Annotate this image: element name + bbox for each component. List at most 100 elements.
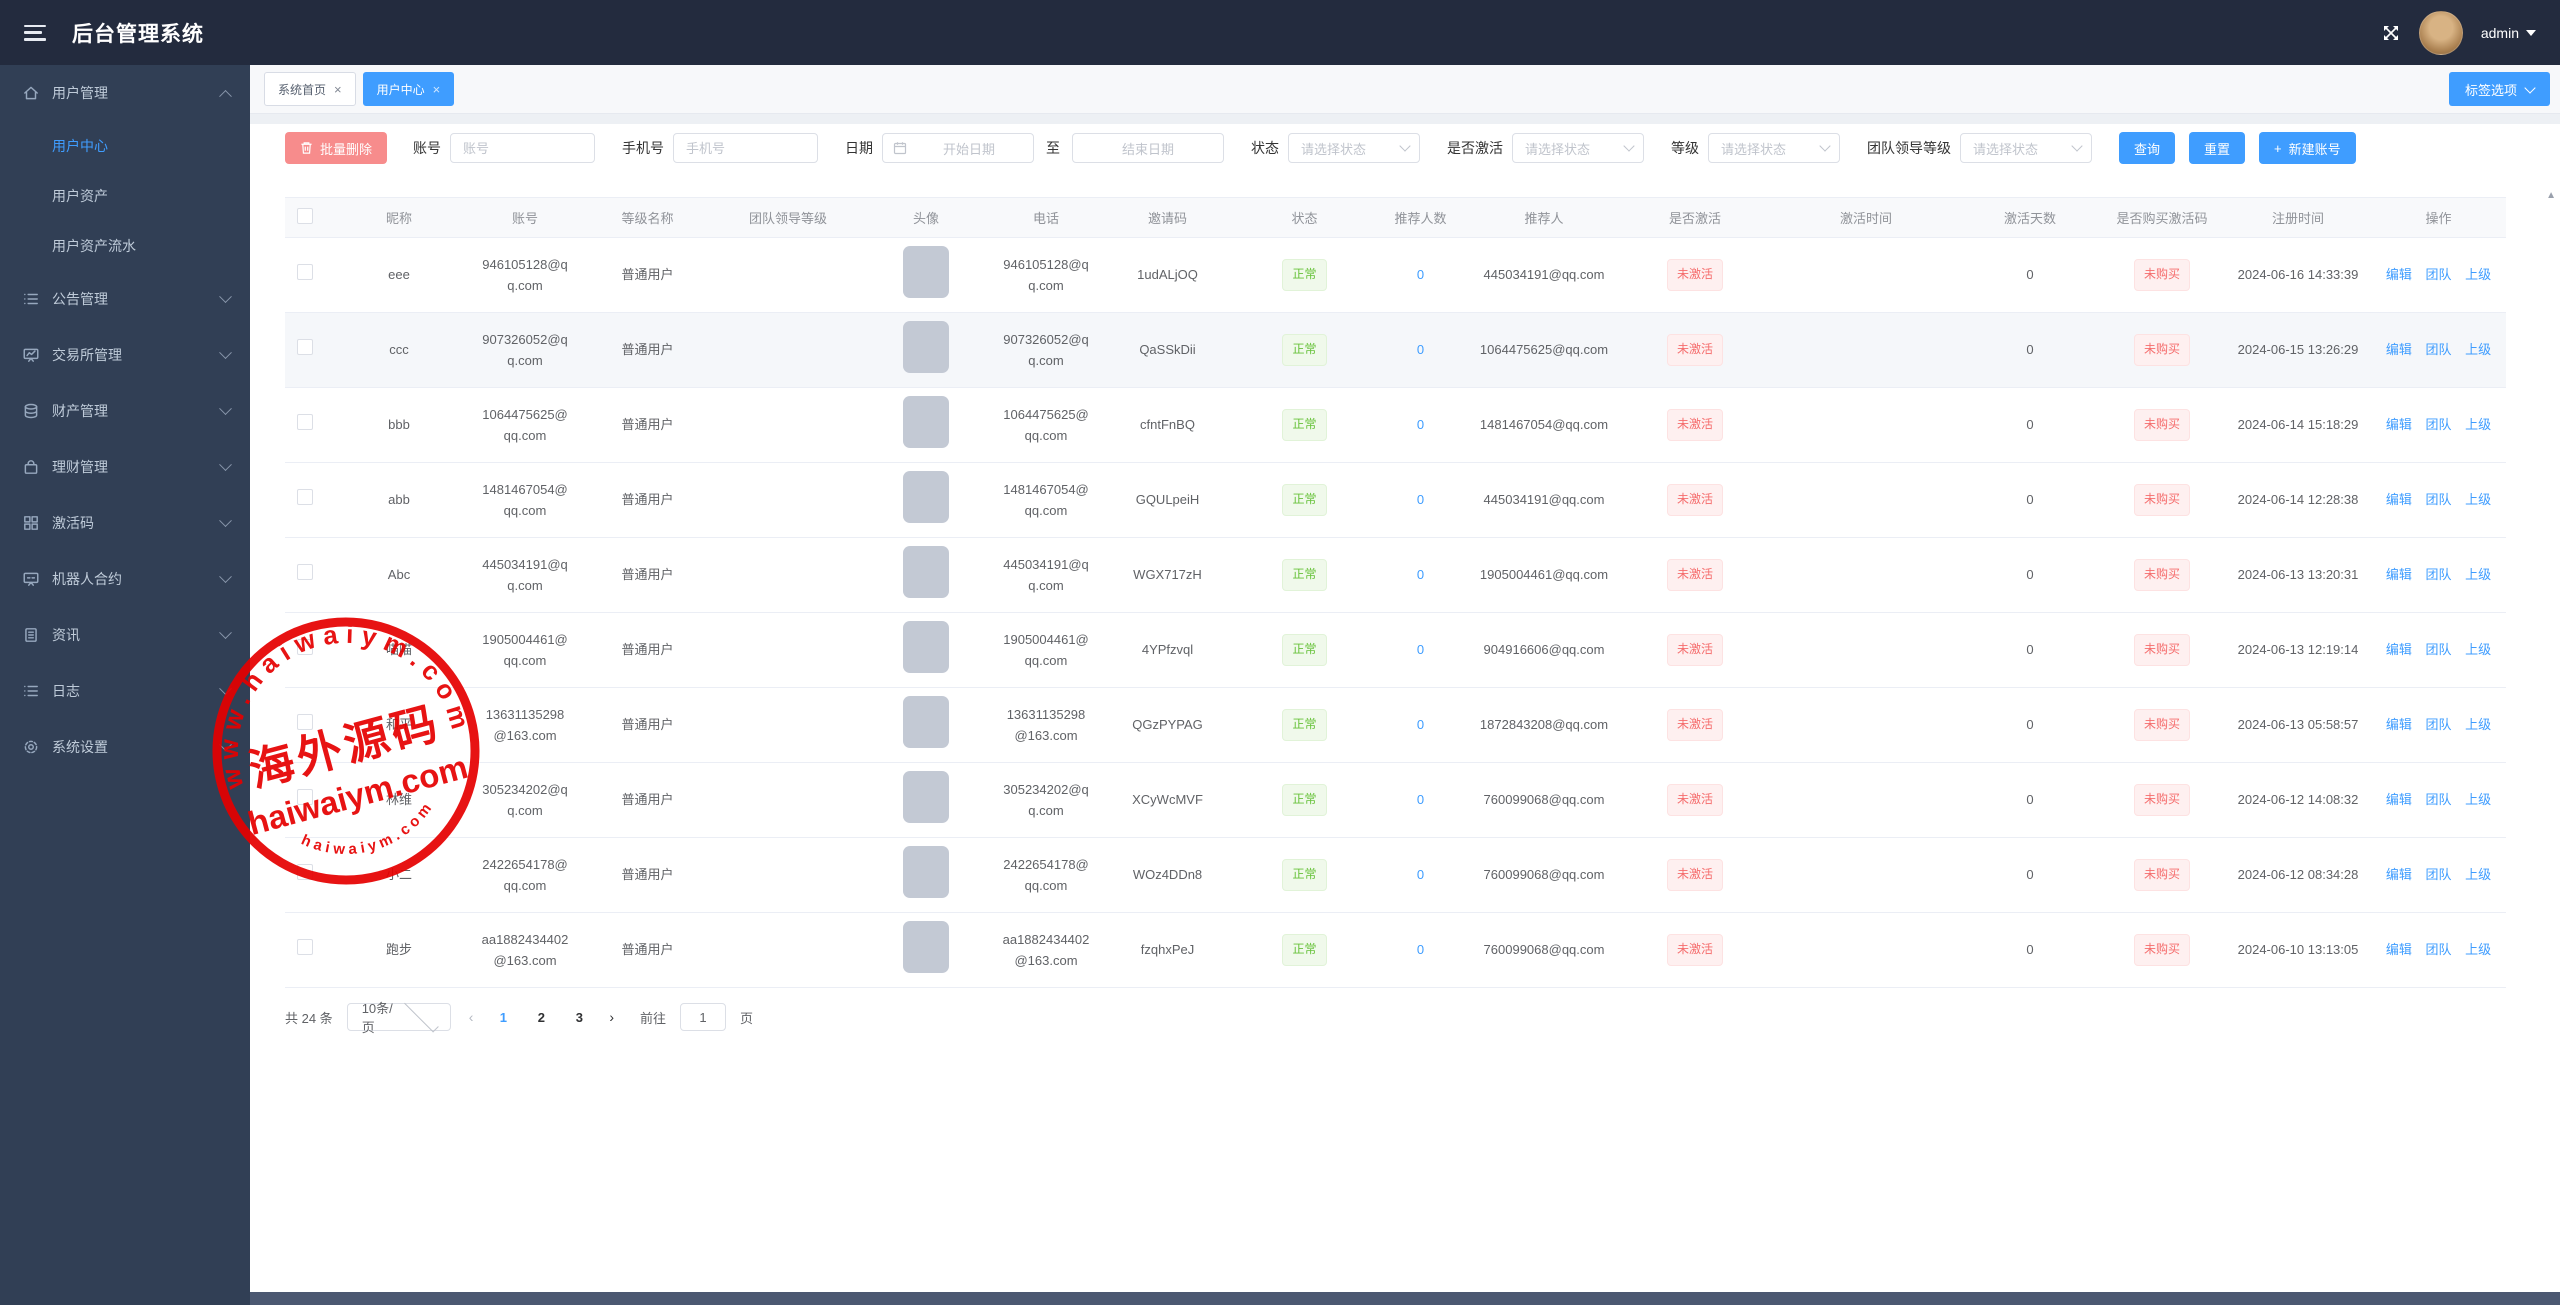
sidebar-item-user-assets[interactable]: 用户资产 <box>0 171 250 221</box>
row-checkbox[interactable] <box>297 788 313 805</box>
edit-link[interactable]: 编辑 <box>2386 642 2412 657</box>
next-page-button[interactable]: › <box>605 1009 618 1025</box>
row-checkbox[interactable] <box>297 488 313 505</box>
row-checkbox[interactable] <box>297 638 313 655</box>
page-3[interactable]: 3 <box>567 1010 591 1025</box>
team-link[interactable]: 团队 <box>2425 717 2451 732</box>
edit-link[interactable]: 编辑 <box>2386 792 2412 807</box>
tab-user-center[interactable]: 用户中心 × <box>362 72 455 106</box>
user-avatar[interactable] <box>2418 10 2463 55</box>
sidebar-item-robot-contract[interactable]: 机器人合约 <box>0 551 250 607</box>
edit-link[interactable]: 编辑 <box>2386 717 2412 732</box>
scrollbar-up-arrow[interactable]: ▲ <box>2546 190 2556 201</box>
cell-nickname: ccc <box>325 312 473 388</box>
referral-count-link[interactable]: 0 <box>1417 717 1424 732</box>
sidebar-item-activation-code[interactable]: 激活码 <box>0 495 250 551</box>
sidebar-item-finance[interactable]: 理财管理 <box>0 439 250 495</box>
account-input[interactable] <box>450 133 596 163</box>
page-2[interactable]: 2 <box>529 1010 553 1025</box>
sidebar-item-user-center[interactable]: 用户中心 <box>0 121 250 171</box>
edit-link[interactable]: 编辑 <box>2386 942 2412 957</box>
sidebar-item-logs[interactable]: 日志 <box>0 663 250 719</box>
end-date-input[interactable]: 结束日期 <box>1072 133 1225 163</box>
sidebar-item-user-management[interactable]: 用户管理 <box>0 65 250 121</box>
row-checkbox[interactable] <box>297 338 313 355</box>
tab-system-home[interactable]: 系统首页 × <box>264 72 356 106</box>
team-link[interactable]: 团队 <box>2425 417 2451 432</box>
team-link[interactable]: 团队 <box>2425 567 2451 582</box>
team-link[interactable]: 团队 <box>2425 642 2451 657</box>
horizontal-scrollbar[interactable] <box>250 1292 2560 1305</box>
activated-badge: 未激活 <box>1666 634 1723 666</box>
team-link[interactable]: 团队 <box>2425 267 2451 282</box>
page-1[interactable]: 1 <box>491 1010 515 1025</box>
superior-link[interactable]: 上级 <box>2465 942 2491 957</box>
row-checkbox[interactable] <box>297 713 313 730</box>
create-account-button[interactable]: + 新建账号 <box>2259 132 2356 164</box>
sidebar-item-assets[interactable]: 财产管理 <box>0 383 250 439</box>
referral-count-link[interactable]: 0 <box>1417 492 1424 507</box>
superior-link[interactable]: 上级 <box>2465 642 2491 657</box>
referral-count-link[interactable]: 0 <box>1417 342 1424 357</box>
superior-link[interactable]: 上级 <box>2465 567 2491 582</box>
status-select[interactable]: 请选择状态 <box>1288 133 1421 163</box>
row-checkbox[interactable] <box>297 263 313 280</box>
bulk-delete-button[interactable]: 批量删除 <box>285 132 388 164</box>
row-checkbox[interactable] <box>297 938 313 955</box>
row-checkbox[interactable] <box>297 863 313 880</box>
goto-page-input[interactable] <box>680 1003 727 1031</box>
level-select[interactable]: 请选择状态 <box>1708 133 1841 163</box>
team-link[interactable]: 团队 <box>2425 342 2451 357</box>
sidebar-item-news[interactable]: 资讯 <box>0 607 250 663</box>
chevron-down-icon <box>404 997 439 1033</box>
edit-link[interactable]: 编辑 <box>2386 342 2412 357</box>
team-link[interactable]: 团队 <box>2425 942 2451 957</box>
superior-link[interactable]: 上级 <box>2465 267 2491 282</box>
tag-options-button[interactable]: 标签选项 <box>2448 72 2550 106</box>
menu-toggle-icon[interactable] <box>24 24 46 41</box>
select-all-checkbox[interactable] <box>297 208 313 224</box>
edit-link[interactable]: 编辑 <box>2386 267 2412 282</box>
superior-link[interactable]: 上级 <box>2465 492 2491 507</box>
close-icon[interactable]: × <box>433 83 441 96</box>
edit-link[interactable]: 编辑 <box>2386 417 2412 432</box>
activated-select[interactable]: 请选择状态 <box>1512 133 1645 163</box>
user-menu[interactable]: admin <box>2481 25 2536 41</box>
reset-button[interactable]: 重置 <box>2189 132 2246 164</box>
referral-count-link[interactable]: 0 <box>1417 567 1424 582</box>
sidebar-item-announcement[interactable]: 公告管理 <box>0 271 250 327</box>
team-link[interactable]: 团队 <box>2425 492 2451 507</box>
row-checkbox[interactable] <box>297 413 313 430</box>
edit-link[interactable]: 编辑 <box>2386 492 2412 507</box>
referral-count-link[interactable]: 0 <box>1417 267 1424 282</box>
referral-count-link[interactable]: 0 <box>1417 642 1424 657</box>
sidebar-item-settings[interactable]: 系统设置 <box>0 719 250 775</box>
superior-link[interactable]: 上级 <box>2465 342 2491 357</box>
referral-count-link[interactable]: 0 <box>1417 867 1424 882</box>
team-link[interactable]: 团队 <box>2425 792 2451 807</box>
prev-page-button[interactable]: ‹ <box>465 1009 478 1025</box>
superior-link[interactable]: 上级 <box>2465 717 2491 732</box>
edit-link[interactable]: 编辑 <box>2386 867 2412 882</box>
referral-count-link[interactable]: 0 <box>1417 792 1424 807</box>
team-link[interactable]: 团队 <box>2425 867 2451 882</box>
sidebar-item-user-asset-flow[interactable]: 用户资产流水 <box>0 221 250 271</box>
edit-link[interactable]: 编辑 <box>2386 567 2412 582</box>
fullscreen-icon[interactable] <box>2381 23 2401 43</box>
sidebar-item-exchange[interactable]: 交易所管理 <box>0 327 250 383</box>
start-date-input[interactable]: 开始日期 <box>882 133 1035 163</box>
phone-input[interactable] <box>673 133 819 163</box>
referral-count-link[interactable]: 0 <box>1417 417 1424 432</box>
superior-link[interactable]: 上级 <box>2465 417 2491 432</box>
team-level-select[interactable]: 请选择状态 <box>1960 133 2093 163</box>
search-button[interactable]: 查询 <box>2119 132 2176 164</box>
page-size-select[interactable]: 10条/页 <box>346 997 451 1035</box>
close-icon[interactable]: × <box>334 83 342 96</box>
row-checkbox[interactable] <box>297 563 313 580</box>
superior-link[interactable]: 上级 <box>2465 792 2491 807</box>
activated-badge: 未激活 <box>1666 484 1723 516</box>
news-icon <box>22 626 40 644</box>
superior-link[interactable]: 上级 <box>2465 867 2491 882</box>
table-row: 和平 13631135298@163.com 普通用户 13631135298@… <box>285 687 2506 763</box>
referral-count-link[interactable]: 0 <box>1417 942 1424 957</box>
